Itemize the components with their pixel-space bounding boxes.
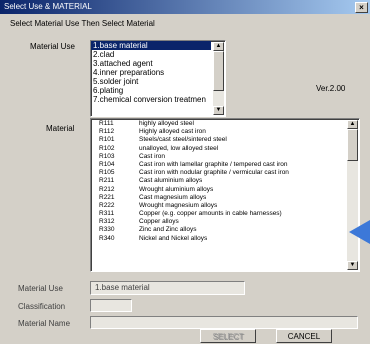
material-use-field: 1.base material: [90, 281, 245, 295]
material-item[interactable]: R340 Nickel and Nickel alloys: [91, 235, 359, 243]
material-description: Cast iron with lamellar graphite / tempe…: [139, 160, 288, 168]
material-use-item[interactable]: 3.attached agent: [91, 59, 211, 68]
select-button[interactable]: SELECT: [200, 329, 256, 343]
material-scrollbar[interactable]: ▲ ▼: [347, 120, 358, 270]
scroll-down-icon[interactable]: ▼: [213, 106, 224, 115]
close-button[interactable]: ×: [355, 2, 368, 13]
scroll-down-icon[interactable]: ▼: [347, 261, 358, 270]
classification-field: [90, 299, 132, 312]
bottom-material-use-label: Material Use: [18, 284, 63, 293]
material-code: R311: [99, 210, 115, 218]
pointer-arrow-icon: [349, 220, 370, 244]
material-item[interactable]: R101 Steels/cast steel/sintered steel: [91, 136, 359, 144]
material-code: R111: [99, 120, 114, 127]
material-code: R112: [99, 128, 115, 136]
material-name-field: [90, 316, 358, 329]
material-label: Material: [46, 124, 75, 133]
material-code: R101: [99, 136, 115, 144]
classification-label: Classification: [18, 302, 66, 311]
instruction-text: Select Material Use Then Select Material: [10, 19, 155, 28]
material-description: Copper (e.g. copper amounts in cable har…: [139, 210, 282, 218]
material-item[interactable]: R330 Zinc and Zinc alloys: [91, 226, 359, 234]
material-name-label: Material Name: [18, 319, 71, 328]
material-item[interactable]: R111 highly alloyed steel: [91, 120, 359, 128]
material-item[interactable]: R105 Cast iron with nodular graphite / ve…: [91, 169, 359, 177]
material-item[interactable]: R311 Copper (e.g. copper amounts in cable…: [91, 210, 359, 218]
material-code: R340: [99, 234, 115, 242]
scroll-thumb[interactable]: [347, 129, 358, 161]
material-description: Wrought aluminium alloys: [139, 185, 214, 193]
material-item[interactable]: R221 Cast magnesium alloys: [91, 194, 359, 202]
cancel-button[interactable]: CANCEL: [276, 329, 332, 343]
scroll-thumb[interactable]: [213, 51, 224, 91]
material-item[interactable]: R102 unalloyed, low alloyed steel: [91, 145, 359, 153]
material-item[interactable]: R312 Copper alloys: [91, 218, 359, 226]
window-title: Select Use & MATERIAL: [4, 2, 92, 11]
material-item[interactable]: R211 Cast aluminium alloys: [91, 177, 359, 185]
material-code: R221: [99, 193, 115, 201]
scroll-up-icon[interactable]: ▲: [347, 120, 358, 129]
material-description: Cast magnesium alloys: [139, 193, 207, 201]
material-use-list[interactable]: 1.base material 2.clad 3.attached agent 4.i…: [90, 40, 226, 117]
material-use-item[interactable]: 5.solder joint: [91, 77, 211, 86]
material-item[interactable]: R212 Wrought aluminium alloys: [91, 186, 359, 194]
material-description: Steels/cast steel/sintered steel: [139, 136, 227, 144]
material-item[interactable]: R103 Cast iron: [91, 153, 359, 161]
material-use-label: Material Use: [30, 42, 75, 51]
material-use-item[interactable]: 2.clad: [91, 50, 211, 59]
material-code: R102: [99, 144, 115, 152]
material-description: Cast iron: [139, 152, 166, 160]
material-code: R105: [99, 169, 115, 177]
material-use-item[interactable]: 4.inner preparations: [91, 68, 211, 77]
material-description: Cast iron with nodular graphite / vermic…: [139, 169, 289, 177]
material-description: Highly alloyed cast iron: [139, 128, 206, 136]
material-description: Wrought magnesium alloys: [139, 201, 218, 209]
material-item[interactable]: R222 Wrought magnesium alloys: [91, 202, 359, 210]
material-use-item[interactable]: 7.chemical conversion treatmen: [91, 95, 211, 104]
version-label: Ver.2.00: [316, 84, 346, 93]
material-description: highly alloyed steel: [139, 120, 194, 127]
material-list[interactable]: R111 highly alloyed steel R112 Highly alloy…: [90, 118, 360, 272]
title-bar: Select Use & MATERIAL ×: [0, 0, 370, 14]
material-description: Copper alloys: [139, 218, 179, 226]
material-code: R104: [99, 160, 115, 168]
scroll-up-icon[interactable]: ▲: [213, 42, 224, 51]
material-use-item[interactable]: 6.plating: [91, 86, 211, 95]
material-description: Cast aluminium alloys: [139, 177, 203, 185]
material-code: R312: [99, 218, 115, 226]
material-item[interactable]: R104 Cast iron with lamellar graphite / t…: [91, 161, 359, 169]
material-use-item[interactable]: 1.base material: [91, 41, 211, 50]
material-use-scrollbar[interactable]: ▲ ▼: [213, 42, 224, 115]
material-description: unalloyed, low alloyed steel: [139, 144, 219, 152]
material-code: R330: [99, 226, 115, 234]
material-code: R222: [99, 201, 115, 209]
material-code: R103: [99, 152, 115, 160]
material-item[interactable]: R112 Highly alloyed cast iron: [91, 128, 359, 136]
material-description: Zinc and Zinc alloys: [139, 226, 197, 234]
material-code: R212: [99, 185, 115, 193]
material-description: Nickel and Nickel alloys: [139, 234, 208, 242]
material-code: R211: [99, 177, 115, 185]
